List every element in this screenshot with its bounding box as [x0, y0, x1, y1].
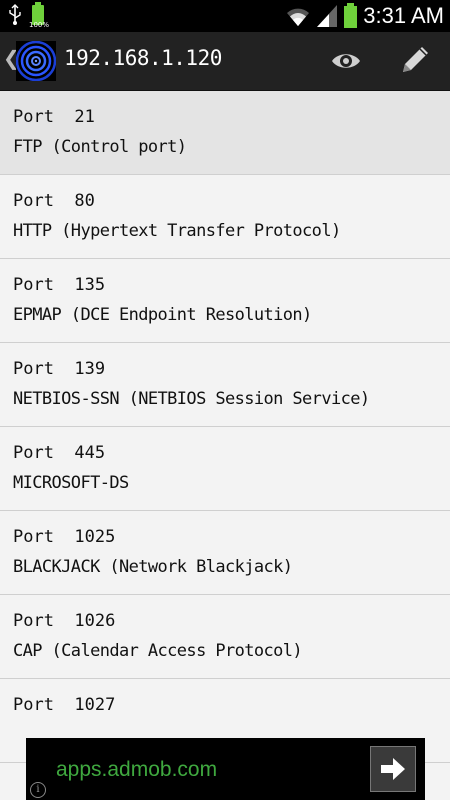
- port-number: Port 1025: [13, 527, 116, 547]
- port-number: Port 445: [13, 443, 106, 463]
- list-item[interactable]: Port 445 MICROSOFT-DS: [0, 427, 450, 511]
- list-item[interactable]: Port 1025 BLACKJACK (Network Blackjack): [0, 511, 450, 595]
- ad-info-icon[interactable]: i: [30, 782, 46, 798]
- page-title: 192.168.1.120: [64, 46, 222, 70]
- port-description: NETBIOS-SSN (NETBIOS Session Service): [13, 389, 370, 409]
- port-number: Port 1026: [13, 611, 116, 631]
- app-logo-icon[interactable]: [15, 40, 57, 82]
- list-item[interactable]: Port 135 EPMAP (DCE Endpoint Resolution): [0, 259, 450, 343]
- view-button[interactable]: [326, 44, 366, 78]
- status-right-icons: 3:31 AM: [286, 2, 444, 30]
- signal-icon: [317, 5, 338, 27]
- list-item[interactable]: Port 21 FTP (Control port): [0, 91, 450, 175]
- port-number: Port 21: [13, 107, 95, 127]
- port-number: Port 1027: [13, 695, 116, 715]
- list-item[interactable]: Port 1026 CAP (Calendar Access Protocol): [0, 595, 450, 679]
- port-list: Port 21 FTP (Control port) Port 80 HTTP …: [0, 91, 450, 763]
- port-number: Port 135: [13, 275, 106, 295]
- battery-icon: [344, 3, 358, 28]
- status-bar: 100% 3:31 AM: [0, 0, 450, 32]
- port-description: HTTP (Hypertext Transfer Protocol): [13, 221, 341, 241]
- clock: 3:31 AM: [363, 3, 444, 28]
- ad-banner[interactable]: apps.admob.com i: [26, 738, 425, 800]
- port-number: Port 139: [13, 359, 106, 379]
- ad-open-button[interactable]: [370, 746, 416, 792]
- battery-percent-label: 100%: [29, 21, 50, 29]
- port-description: FTP (Control port): [13, 137, 187, 157]
- port-number: Port 80: [13, 191, 95, 211]
- edit-button[interactable]: [395, 40, 435, 80]
- port-description: CAP (Calendar Access Protocol): [13, 641, 303, 661]
- ad-text[interactable]: apps.admob.com: [56, 758, 217, 782]
- port-description: EPMAP (DCE Endpoint Resolution): [13, 305, 312, 325]
- port-description: BLACKJACK (Network Blackjack): [13, 557, 293, 577]
- usb-icon: [9, 4, 21, 25]
- list-item[interactable]: Port 139 NETBIOS-SSN (NETBIOS Session Se…: [0, 343, 450, 427]
- wifi-icon: [287, 8, 310, 26]
- status-left-icons: 100%: [8, 2, 49, 29]
- eye-icon: [332, 54, 360, 68]
- action-bar: ❮ 192.168.1.120: [0, 32, 450, 91]
- arrow-right-icon: [381, 758, 405, 780]
- list-item[interactable]: Port 80 HTTP (Hypertext Transfer Protoco…: [0, 175, 450, 259]
- port-description: MICROSOFT-DS: [13, 473, 129, 493]
- pencil-icon: [403, 47, 428, 72]
- battery-full-icon: 100%: [29, 2, 49, 29]
